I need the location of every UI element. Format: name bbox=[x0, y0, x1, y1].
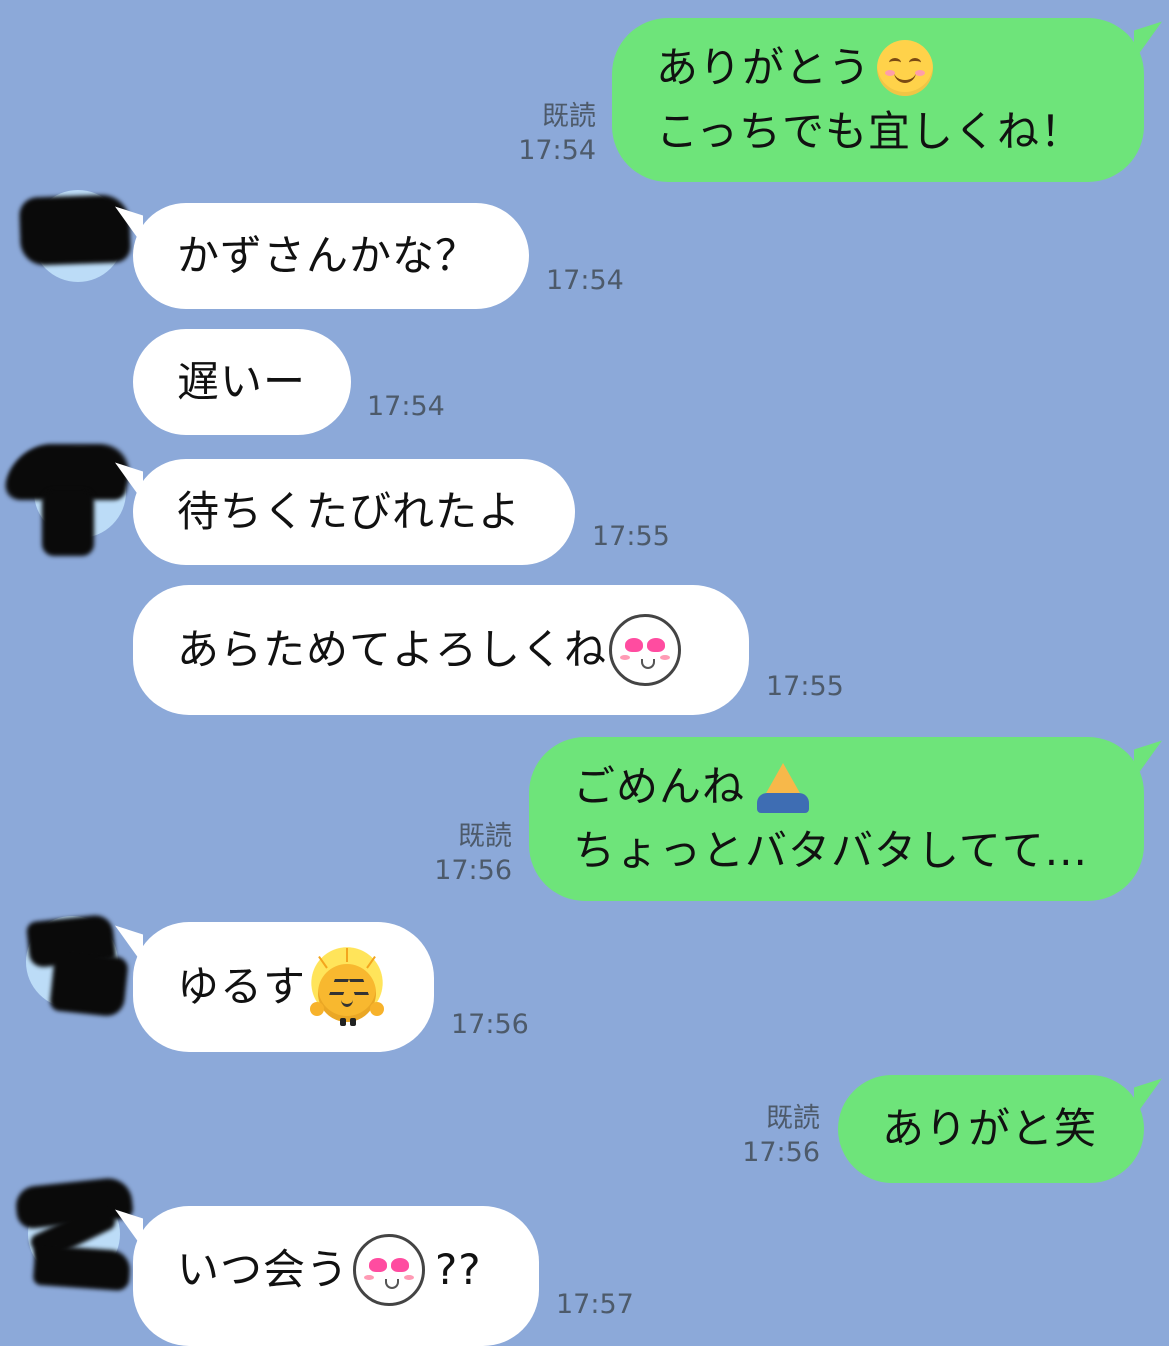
message-text: かずさんかな？ bbox=[177, 231, 479, 280]
message-meta: 既読 17:56 bbox=[432, 820, 512, 888]
read-receipt: 既読 bbox=[766, 1103, 820, 1134]
message-line: こっちでも宜しくね！ bbox=[656, 100, 1144, 164]
message-text: ありがとう bbox=[656, 43, 872, 92]
message-text: いつ会う bbox=[177, 1245, 350, 1294]
avatar[interactable] bbox=[18, 188, 132, 284]
message-line: 遅いー bbox=[177, 350, 351, 414]
shine-icon bbox=[306, 946, 389, 1028]
message-meta: 既読 17:54 bbox=[516, 100, 596, 168]
message-text: あらためてよろしくね bbox=[177, 625, 608, 674]
message-time: 17:54 bbox=[518, 135, 596, 166]
message-line: ごめんね bbox=[573, 755, 1144, 819]
message-text: ごめんね bbox=[573, 762, 746, 811]
message-text: 待ちくたびれたよ bbox=[177, 487, 522, 536]
message-bubble-outgoing[interactable]: ありがと笑 bbox=[838, 1075, 1162, 1183]
message-line: ありがと笑 bbox=[882, 1097, 1144, 1161]
message-bubble-incoming[interactable]: いつ会う ?? bbox=[115, 1206, 539, 1346]
message-bubble-outgoing[interactable]: ありがとう こっちでも宜しくね！ bbox=[612, 18, 1162, 182]
message-time: 17:55 bbox=[592, 521, 670, 552]
message-time: 17:55 bbox=[766, 671, 844, 702]
message-bubble-incoming[interactable]: かずさんかな？ bbox=[115, 203, 529, 309]
message-text: ゆるす bbox=[177, 962, 307, 1011]
avatar[interactable] bbox=[16, 910, 129, 1022]
read-receipt: 既読 bbox=[458, 821, 512, 852]
message-time: 17:57 bbox=[556, 1289, 634, 1320]
message-bubble-outgoing[interactable]: ごめんね ちょっとバタバタしてて... bbox=[529, 737, 1162, 901]
message-meta: 既読 17:56 bbox=[740, 1102, 820, 1170]
message-bubble-incoming[interactable]: 待ちくたびれたよ bbox=[115, 459, 575, 565]
message-bubble-incoming[interactable]: ゆるす bbox=[115, 922, 434, 1052]
message-line: ちょっとバタバタしてて... bbox=[573, 819, 1144, 883]
message-suffix: ?? bbox=[435, 1245, 482, 1294]
message-text: 遅いー bbox=[177, 357, 307, 406]
message-line: ありがとう bbox=[656, 36, 1144, 100]
chat-view: 既読 17:54 ありがとう こっちでも宜しくね！ かずさんかな？ 17:54 bbox=[0, 0, 1169, 1346]
message-line: いつ会う ?? bbox=[177, 1234, 539, 1306]
love-icon bbox=[609, 614, 682, 686]
message-line: ゆるす bbox=[177, 946, 434, 1028]
message-line: 待ちくたびれたよ bbox=[177, 480, 575, 544]
message-bubble-incoming[interactable]: あらためてよろしくね bbox=[133, 585, 749, 715]
message-time: 17:56 bbox=[434, 855, 512, 886]
message-time: 17:56 bbox=[451, 1009, 529, 1040]
message-line: あらためてよろしくね bbox=[177, 614, 749, 686]
love-icon bbox=[353, 1234, 426, 1306]
pray-icon bbox=[751, 759, 815, 815]
avatar[interactable] bbox=[2, 432, 136, 558]
message-time: 17:56 bbox=[742, 1137, 820, 1168]
message-text: ありがと笑 bbox=[882, 1104, 1098, 1153]
smile-icon bbox=[877, 40, 934, 96]
message-text: こっちでも宜しくね！ bbox=[656, 107, 1084, 156]
message-bubble-incoming[interactable]: 遅いー bbox=[133, 329, 351, 435]
message-time: 17:54 bbox=[367, 391, 445, 422]
read-receipt: 既読 bbox=[542, 101, 596, 132]
message-text: ちょっとバタバタしてて... bbox=[573, 826, 1088, 875]
message-time: 17:54 bbox=[546, 265, 624, 296]
message-line: かずさんかな？ bbox=[177, 224, 529, 288]
